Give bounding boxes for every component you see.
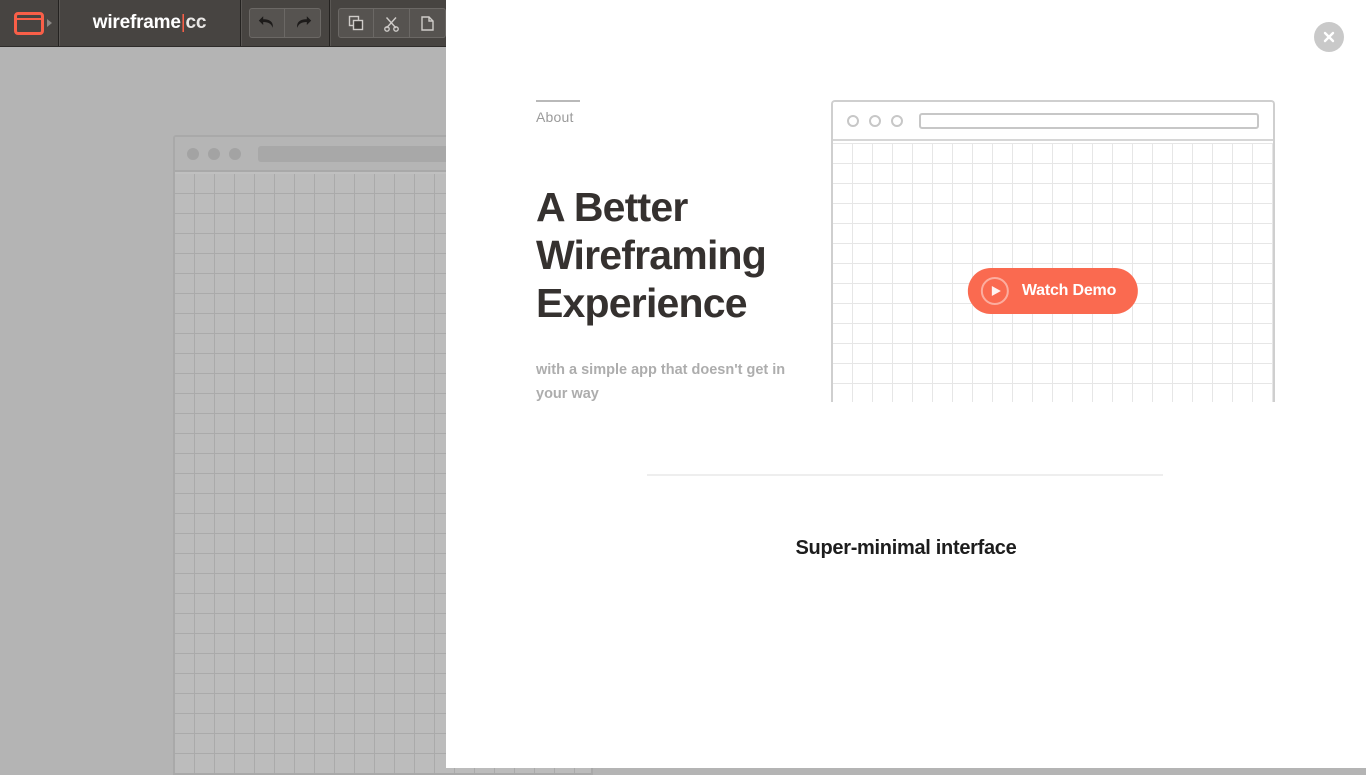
feature-heading: Super-minimal interface — [446, 537, 1366, 560]
mockup-address-bar — [919, 113, 1259, 129]
app-logo-button[interactable] — [0, 0, 58, 46]
mockup-browser-chrome — [833, 102, 1273, 141]
page-subtitle: with a simple app that doesn't get in yo… — [536, 358, 796, 406]
window-dot-icon — [229, 148, 241, 160]
redo-button[interactable] — [285, 8, 321, 38]
window-dot-icon — [208, 148, 220, 160]
section-eyebrow: About — [536, 100, 580, 125]
brand-suffix: cc — [185, 12, 206, 33]
undo-arrow-icon — [258, 15, 276, 31]
eyebrow-rule — [536, 100, 580, 102]
close-modal-button[interactable] — [1314, 22, 1344, 52]
play-circle-icon — [981, 277, 1009, 305]
brand-prefix: wireframe — [93, 12, 181, 33]
play-triangle-icon — [992, 286, 1001, 296]
product-mockup-window: Watch Demo — [831, 100, 1275, 402]
caret-right-icon — [47, 19, 52, 27]
close-x-icon — [1322, 30, 1336, 44]
watch-demo-label: Watch Demo — [1022, 282, 1116, 300]
section-divider — [647, 474, 1163, 476]
redo-arrow-icon — [294, 15, 312, 31]
undo-button[interactable] — [249, 8, 285, 38]
page-title: A Better Wireframing Experience — [536, 183, 836, 327]
about-modal: About A Better Wireframing Experience wi… — [446, 0, 1366, 768]
paste-button[interactable] — [410, 8, 446, 38]
brand-title: wireframe|cc — [59, 0, 240, 46]
window-dot-icon — [891, 115, 903, 127]
history-button-group — [241, 0, 329, 46]
watch-demo-button[interactable]: Watch Demo — [968, 268, 1138, 314]
window-dot-icon — [869, 115, 881, 127]
duplicate-icon — [348, 15, 365, 32]
window-dot-icon — [187, 148, 199, 160]
window-dot-icon — [847, 115, 859, 127]
duplicate-button[interactable] — [338, 8, 374, 38]
browser-window-icon — [14, 12, 44, 35]
paste-icon — [419, 15, 436, 32]
eyebrow-label: About — [536, 109, 580, 125]
scissors-icon — [383, 15, 400, 32]
clipboard-button-group — [330, 0, 454, 46]
cut-button[interactable] — [374, 8, 410, 38]
